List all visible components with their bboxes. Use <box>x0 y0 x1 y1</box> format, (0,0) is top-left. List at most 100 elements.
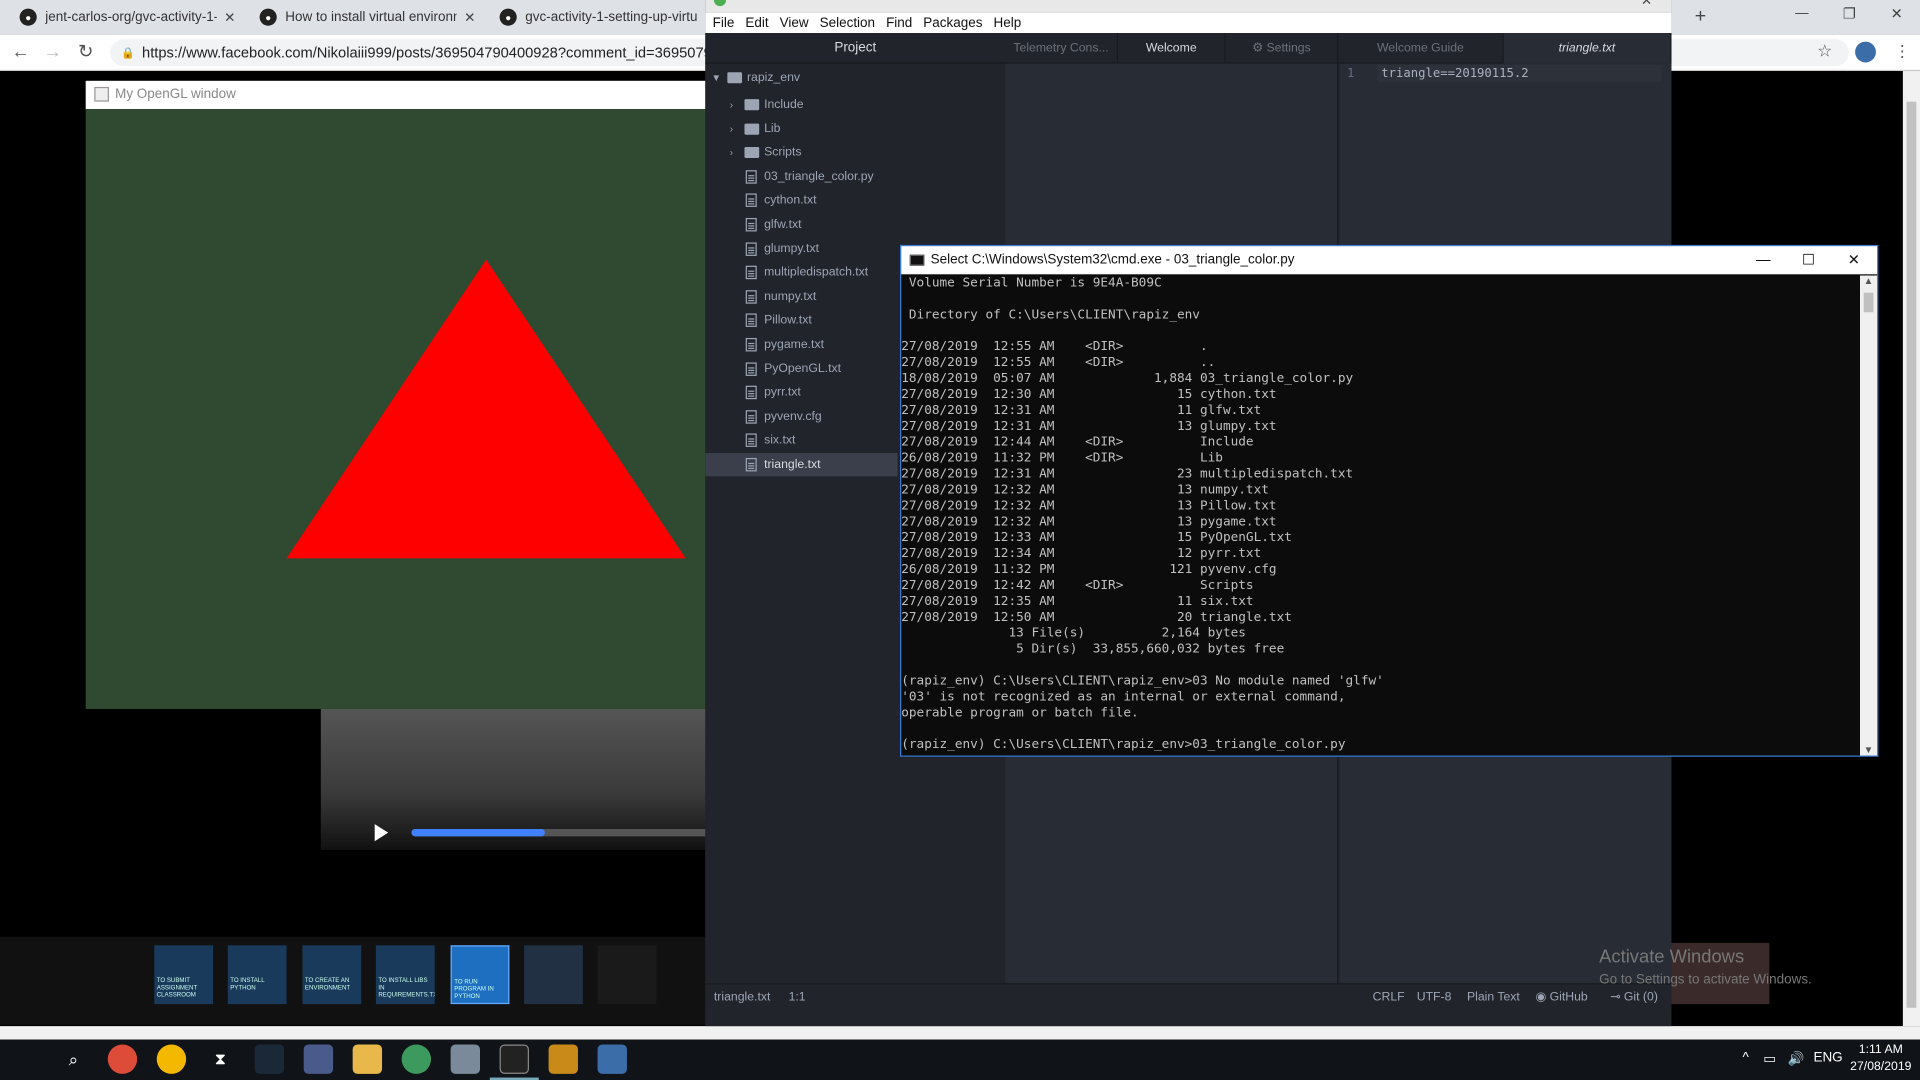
chevron-down-icon: ▼ <box>711 72 722 84</box>
video-thumbnail[interactable]: TO CREATE AN ENVIRONMENT <box>302 945 362 1005</box>
status-grammar[interactable]: Plain Text <box>1467 991 1520 1004</box>
browser-tab[interactable]: ● gvc-activity-1-setting-up-virtual <box>480 0 720 34</box>
language-indicator[interactable]: ENG <box>1813 1051 1842 1066</box>
status-github[interactable]: ◉ GitHub <box>1536 991 1588 1004</box>
cmd-output[interactable]: Volume Serial Number is 9E4A-B09C Direct… <box>901 276 1859 756</box>
menu-find[interactable]: Find <box>886 15 912 30</box>
scroll-up-icon[interactable]: ▲ <box>1864 276 1874 287</box>
file-explorer-icon[interactable] <box>352 1044 383 1074</box>
tab-welcome-guide[interactable]: Welcome Guide <box>1338 33 1504 64</box>
page-horizontal-scrollbar[interactable] <box>0 1026 1920 1040</box>
windows-taskbar <box>0 1039 1920 1080</box>
network-icon[interactable]: ▭ <box>1763 1051 1776 1067</box>
restore-icon[interactable]: ❐ <box>1843 5 1856 22</box>
close-window-icon[interactable]: ✕ <box>1641 0 1652 9</box>
github-icon: ◉ <box>1535 990 1550 1005</box>
github-icon: ● <box>259 8 277 26</box>
search-icon[interactable]: ⌕ <box>59 1044 88 1073</box>
menu-edit[interactable]: Edit <box>745 15 768 30</box>
close-window-icon[interactable]: ✕ <box>1891 5 1903 22</box>
atom-icon[interactable] <box>401 1044 432 1074</box>
close-window-icon[interactable]: ✕ <box>1831 246 1878 274</box>
volume-icon[interactable]: 🔊 <box>1788 1051 1805 1067</box>
red-triangle <box>286 259 686 559</box>
atom-titlebar[interactable] <box>705 0 1672 13</box>
tab-settings[interactable]: ⚙ Settings <box>1226 33 1339 64</box>
steam-icon[interactable] <box>254 1044 285 1074</box>
project-tree-header[interactable]: Project <box>705 33 1006 64</box>
new-tab-button[interactable]: + <box>1695 6 1706 28</box>
video-thumbnail[interactable] <box>524 945 583 1005</box>
cmd-taskbar-icon[interactable] <box>499 1044 529 1074</box>
menu-kebab-icon[interactable]: ⋮ <box>1894 42 1910 62</box>
menu-view[interactable]: View <box>780 15 809 30</box>
tree-file[interactable]: cython.txt <box>705 189 1005 212</box>
tab-welcome[interactable]: Welcome <box>1118 33 1226 64</box>
app-icon[interactable] <box>548 1044 578 1074</box>
tree-folder[interactable]: › Lib <box>705 117 1005 140</box>
chevron-up-icon[interactable]: ^ <box>1742 1051 1748 1066</box>
play-icon[interactable] <box>374 824 389 842</box>
cmd-line: 27/08/2019 12:32 AM 13 Pillow.txt <box>901 498 1277 514</box>
python-icon[interactable] <box>597 1044 627 1074</box>
browser-tab[interactable]: ● How to install virtual environmen ✕ <box>240 0 480 34</box>
video-thumbnail[interactable]: TO INSTALL PYTHON <box>227 945 287 1005</box>
status-git[interactable]: ⊸ Git (0) <box>1610 991 1658 1004</box>
app-icon[interactable] <box>450 1044 481 1074</box>
video-thumbnail[interactable]: TO RUN PROGRAM IN PYTHON <box>450 945 510 1005</box>
video-thumbnail[interactable] <box>597 945 657 1005</box>
file-icon <box>745 313 757 328</box>
tree-file[interactable]: glfw.txt <box>705 213 1005 236</box>
start-button[interactable] <box>0 1040 49 1080</box>
file-icon <box>745 193 757 208</box>
taskbar-clock[interactable]: 1:11 AM 27/08/2019 <box>1847 1042 1916 1076</box>
minimize-icon[interactable]: — <box>1740 246 1787 274</box>
app-icon[interactable] <box>303 1044 334 1074</box>
chevron-right-icon: › <box>729 147 734 159</box>
back-icon[interactable]: ← <box>9 40 33 64</box>
tab-triangle-txt[interactable]: triangle.txt <box>1503 33 1672 64</box>
close-icon[interactable]: ✕ <box>224 9 235 25</box>
avatar[interactable] <box>1855 41 1876 63</box>
bookmark-star-icon[interactable]: ☆ <box>1817 40 1832 61</box>
status-file-name[interactable]: triangle.txt <box>714 991 770 1004</box>
scroll-down-icon[interactable]: ▼ <box>1864 744 1874 755</box>
tree-root-folder[interactable]: ▼ rapiz_env <box>705 66 1005 89</box>
menu-file[interactable]: File <box>713 15 735 30</box>
cmd-line: 5 Dir(s) 33,855,660,032 bytes free <box>901 641 1285 657</box>
opengl-window-titlebar[interactable]: My OpenGL window <box>85 80 723 109</box>
video-thumbnail[interactable]: TO INSTALL LIBS IN REQUIREMENTS.TXT <box>375 945 435 1005</box>
chrome-icon[interactable] <box>107 1044 138 1074</box>
file-icon <box>745 385 757 400</box>
code-line[interactable]: triangle==20190115.2 <box>1381 67 1528 80</box>
menu-selection[interactable]: Selection <box>820 15 875 30</box>
window-title: Select C:\Windows\System32\cmd.exe - 03_… <box>930 252 1295 267</box>
minimize-icon[interactable]: — <box>1795 6 1808 21</box>
tree-item-label: multipledispatch.txt <box>764 265 869 280</box>
reload-icon[interactable]: ↻ <box>73 40 97 64</box>
atom-menubar: File Edit View Selection Find Packages H… <box>705 12 1672 34</box>
tab-telemetry[interactable]: Telemetry Cons... <box>1005 33 1118 64</box>
cmd-line: Directory of C:\Users\CLIENT\rapiz_env <box>901 307 1200 323</box>
page-vertical-scrollbar[interactable] <box>1902 71 1920 1027</box>
tree-folder[interactable]: › Scripts <box>705 141 1005 164</box>
status-encoding[interactable]: UTF-8 <box>1417 991 1452 1004</box>
hourglass-icon[interactable]: ⧗ <box>206 1044 235 1073</box>
tree-file[interactable]: 03_triangle_color.py <box>705 165 1005 188</box>
app-icon[interactable] <box>156 1044 187 1074</box>
tree-item-label: triangle.txt <box>764 457 821 472</box>
menu-packages[interactable]: Packages <box>923 15 982 30</box>
forward-icon[interactable]: → <box>40 40 64 64</box>
menu-help[interactable]: Help <box>993 15 1021 30</box>
cmd-line: (rapiz_env) C:\Users\CLIENT\rapiz_env>03… <box>901 737 1346 752</box>
cmd-titlebar[interactable]: Select C:\Windows\System32\cmd.exe - 03_… <box>901 246 1878 275</box>
cmd-scrollbar[interactable]: ▲ ▼ <box>1860 275 1878 756</box>
close-icon[interactable]: ✕ <box>464 9 475 25</box>
browser-tab[interactable]: ● jent-carlos-org/gvc-activity-1-se ✕ <box>0 0 240 34</box>
tree-folder[interactable]: › Include <box>705 93 1005 116</box>
video-thumbnail[interactable]: TO SUBMIT ASSIGNMENT CLASSROOM <box>154 945 214 1005</box>
maximize-icon[interactable]: ☐ <box>1785 246 1832 274</box>
status-line-ending[interactable]: CRLF <box>1373 991 1405 1004</box>
status-cursor-position[interactable]: 1:1 <box>789 991 806 1004</box>
tree-file[interactable]: triangle.txt <box>705 453 898 477</box>
